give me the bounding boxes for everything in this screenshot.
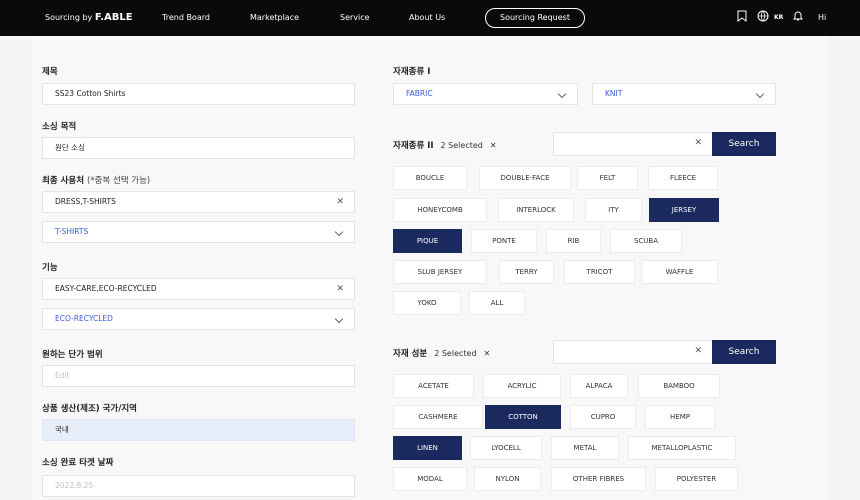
select-value: KNIT — [605, 89, 623, 98]
clear-icon[interactable]: ✕ — [336, 192, 344, 212]
material-type-2-chip-boucle[interactable]: BOUCLE — [393, 166, 467, 190]
composition-chip-acetate[interactable]: ACETATE — [393, 374, 474, 398]
material-type-2-chip-tricot[interactable]: TRICOT — [564, 260, 635, 284]
composition-search-input[interactable]: ✕ — [553, 340, 713, 364]
nav-link-marketplace[interactable]: Marketplace — [250, 13, 299, 22]
material-type-2-chip-rib[interactable]: RIB — [546, 229, 601, 253]
material-type-2-chip-interlock[interactable]: INTERLOCK — [498, 198, 574, 222]
clear-icon[interactable]: ✕ — [694, 346, 702, 356]
material-type-2-label: 자재종류 II 2 Selected ✕ — [393, 139, 497, 151]
chevron-down-icon — [755, 89, 765, 99]
composition-chip-polyester[interactable]: POLYESTER — [655, 467, 738, 491]
title-field[interactable]: SS23 Cotton Shirts — [42, 83, 355, 105]
price-range-label: 원하는 단가 범위 — [42, 350, 103, 360]
country-field[interactable]: 국내 — [42, 419, 355, 441]
user-greeting[interactable]: Hi — [818, 13, 826, 22]
nav-link-trend-board[interactable]: Trend Board — [162, 13, 210, 22]
material-type-2-search-button[interactable]: Search — [712, 132, 776, 156]
material-type-2-chip-jersey[interactable]: JERSEY — [649, 198, 719, 222]
material-type-1-select-category[interactable]: FABRIC — [393, 83, 578, 105]
material-type-2-chip-yoko[interactable]: YOKO — [393, 291, 461, 315]
material-type-2-chip-waffle[interactable]: WAFFLE — [641, 260, 718, 284]
function-label: 기능 — [42, 263, 58, 273]
price-range-field[interactable]: Edit — [42, 365, 355, 387]
sourcing-request-button[interactable]: Sourcing Request — [485, 8, 585, 28]
composition-chip-cupro[interactable]: CUPRO — [570, 405, 636, 429]
target-date-field[interactable]: 2022.8.25 — [42, 475, 355, 497]
bookmark-icon[interactable] — [737, 10, 747, 25]
globe-icon[interactable] — [757, 10, 769, 25]
end-use-field[interactable]: DRESS,T-SHIRTS ✕ — [42, 191, 355, 213]
material-type-2-chip-felt[interactable]: FELT — [577, 166, 638, 190]
function-select-value: ECO-RECYCLED — [55, 314, 113, 323]
end-use-select-value: T-SHIRTS — [55, 227, 89, 236]
material-type-2-chip-scuba[interactable]: SCUBA — [610, 229, 682, 253]
clear-icon[interactable]: ✕ — [336, 279, 344, 299]
target-date-label: 소싱 완료 타겟 날짜 — [42, 458, 114, 468]
language-label[interactable]: KR — [774, 14, 783, 21]
country-label: 상품 생산(제조) 국가/지역 — [42, 404, 137, 414]
material-type-2-chip-all[interactable]: ALL — [469, 291, 525, 315]
end-use-hint: (*중복 선택 가능) — [87, 176, 151, 186]
material-type-2-label-text: 자재종류 II — [393, 141, 434, 151]
title-label: 제목 — [42, 67, 58, 77]
composition-search-button[interactable]: Search — [712, 340, 776, 364]
clear-selection-icon[interactable]: ✕ — [484, 349, 491, 358]
material-type-2-chip-ponte[interactable]: PONTE — [471, 229, 537, 253]
material-type-2-chip-double-face[interactable]: DOUBLE-FACE — [479, 166, 571, 190]
material-type-1-label: 자재종류 I — [393, 67, 431, 77]
clear-selection-icon[interactable]: ✕ — [490, 141, 497, 150]
composition-chip-alpaca[interactable]: ALPACA — [570, 374, 628, 398]
composition-chip-linen[interactable]: LINEN — [393, 436, 462, 460]
composition-chip-metal[interactable]: METAL — [551, 436, 619, 460]
composition-chip-modal[interactable]: MODAL — [393, 467, 467, 491]
bell-icon[interactable] — [792, 10, 804, 25]
chevron-down-icon — [334, 314, 344, 324]
material-type-2-chip-fleece[interactable]: FLEECE — [648, 166, 718, 190]
chevron-down-icon — [334, 227, 344, 237]
composition-chip-nylon[interactable]: NYLON — [474, 467, 541, 491]
select-value: FABRIC — [406, 89, 433, 98]
composition-chip-cotton[interactable]: COTTON — [485, 405, 561, 429]
composition-chip-other-fibres[interactable]: OTHER FIBRES — [551, 467, 646, 491]
chevron-down-icon — [557, 89, 567, 99]
material-type-1-select-subcategory[interactable]: KNIT — [592, 83, 776, 105]
end-use-select[interactable]: T-SHIRTS — [42, 221, 355, 243]
material-type-2-chip-honeycomb[interactable]: HONEYCOMB — [393, 198, 487, 222]
material-type-2-chip-ity[interactable]: ITY — [585, 198, 642, 222]
brand-logo[interactable]: Sourcing by F.ABLE — [45, 12, 133, 23]
composition-chip-hemp[interactable]: HEMP — [645, 405, 715, 429]
composition-chip-cashmere[interactable]: CASHMERE — [393, 405, 483, 429]
end-use-label: 최종 사용처 (*중복 선택 가능) — [42, 174, 150, 186]
nav-link-service[interactable]: Service — [340, 13, 370, 22]
selected-count: 2 Selected — [434, 349, 477, 358]
composition-chip-metalloplastic[interactable]: METALLOPLASTIC — [628, 436, 736, 460]
purpose-field[interactable]: 원단 소싱 — [42, 137, 355, 159]
clear-icon[interactable]: ✕ — [694, 138, 702, 148]
composition-chip-acrylic[interactable]: ACRYLIC — [483, 374, 561, 398]
function-field[interactable]: EASY-CARE,ECO-RECYCLED ✕ — [42, 278, 355, 300]
function-value: EASY-CARE,ECO-RECYCLED — [55, 284, 157, 293]
composition-chip-lyocell[interactable]: LYOCELL — [470, 436, 542, 460]
composition-chip-bamboo[interactable]: BAMBOO — [638, 374, 720, 398]
brand-prefix: Sourcing by — [45, 13, 93, 22]
material-type-2-chip-terry[interactable]: TERRY — [499, 260, 554, 284]
end-use-value: DRESS,T-SHIRTS — [55, 197, 116, 206]
end-use-label-text: 최종 사용처 — [42, 176, 85, 186]
composition-label: 자재 성분 2 Selected ✕ — [393, 347, 490, 359]
purpose-label: 소싱 목적 — [42, 122, 77, 132]
material-type-2-search-input[interactable]: ✕ — [553, 132, 713, 156]
function-select[interactable]: ECO-RECYCLED — [42, 308, 355, 330]
nav-link-about-us[interactable]: About Us — [409, 13, 445, 22]
material-type-2-chip-slub-jersey[interactable]: SLUB JERSEY — [393, 260, 487, 284]
brand-name: F.ABLE — [94, 12, 133, 23]
top-navigation: Sourcing by F.ABLE Trend Board Marketpla… — [0, 0, 860, 36]
selected-count: 2 Selected — [440, 141, 483, 150]
composition-label-text: 자재 성분 — [393, 349, 428, 359]
material-type-2-chip-pique[interactable]: PIQUE — [393, 229, 462, 253]
